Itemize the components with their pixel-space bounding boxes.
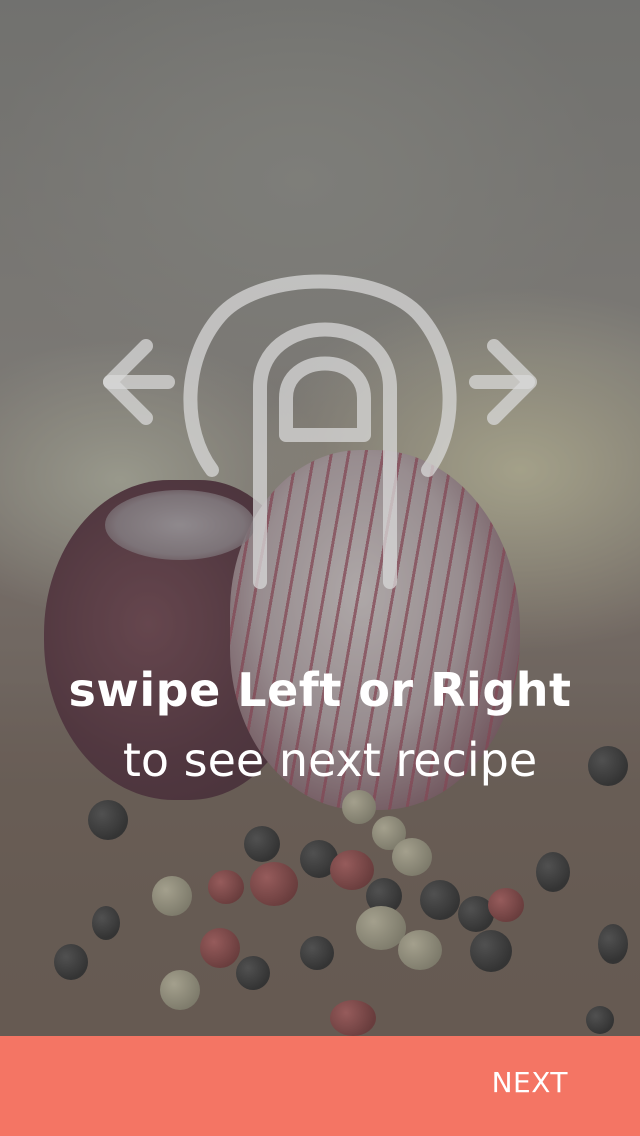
bottom-bar: NEXT — [0, 1036, 640, 1136]
swipe-headline: swipe Left or Right — [68, 663, 572, 717]
swipe-left-right-icon — [100, 270, 540, 600]
swipe-gesture-graphic — [103, 274, 537, 589]
onboarding-screen: swipe Left or Right to see next recipe N… — [0, 0, 640, 1136]
swipe-subline: to see next recipe — [122, 733, 538, 787]
next-button[interactable]: NEXT — [492, 1066, 568, 1099]
fingernail — [279, 356, 371, 442]
